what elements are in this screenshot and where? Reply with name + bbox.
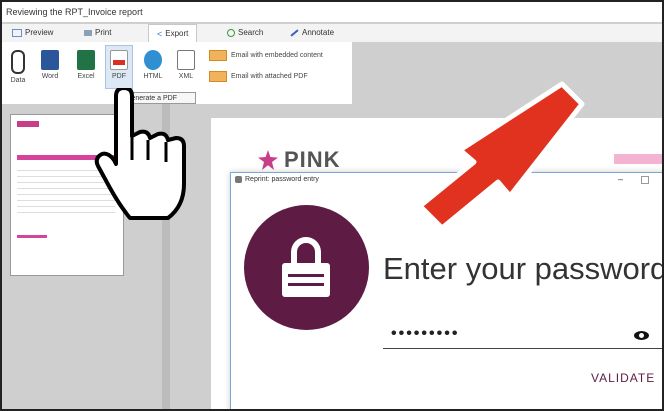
pen-icon — [290, 29, 299, 37]
tab-search[interactable]: Search — [227, 24, 263, 42]
data-export-button[interactable]: Data — [4, 50, 32, 84]
word-icon — [41, 50, 59, 70]
key-icon — [235, 176, 242, 183]
eye-icon[interactable] — [634, 331, 649, 340]
email-attachment-icon — [209, 71, 227, 82]
preview-icon — [12, 29, 22, 37]
print-icon — [84, 30, 92, 36]
app-window: Reviewing the RPT_Invoice report Preview… — [0, 0, 664, 411]
word-export-button[interactable]: Word — [36, 50, 64, 80]
flower-icon — [258, 150, 278, 170]
excel-label: Excel — [77, 73, 95, 80]
pdf-icon — [110, 50, 128, 70]
document-header-bar — [614, 154, 662, 164]
tab-preview-label: Preview — [25, 28, 54, 37]
tab-print-label: Print — [95, 28, 112, 37]
excel-export-button[interactable]: Excel — [72, 50, 100, 80]
tab-export[interactable]: < Export — [148, 24, 198, 43]
password-input[interactable]: ••••••••• — [383, 323, 662, 349]
search-icon — [227, 29, 235, 37]
validate-button[interactable]: VALIDATE — [591, 371, 655, 385]
globe-icon — [144, 50, 162, 70]
html-export-button[interactable]: HTML — [139, 50, 167, 80]
password-heading: Enter your password — [383, 251, 664, 286]
tab-annotate[interactable]: Annotate — [290, 24, 334, 42]
email-attached-button[interactable]: Email with attached PDF — [209, 71, 308, 82]
tab-annotate-label: Annotate — [302, 28, 335, 37]
tab-preview[interactable]: Preview — [12, 24, 53, 42]
password-mask: ••••••••• — [391, 325, 460, 342]
xml-export-button[interactable]: XML — [172, 50, 200, 80]
xml-file-icon — [177, 50, 195, 70]
brand-name: PINK — [284, 147, 341, 172]
lock-badge — [244, 205, 369, 330]
tab-print[interactable]: Print — [84, 24, 111, 42]
export-icon: < — [157, 29, 163, 39]
email-icon — [209, 50, 227, 61]
red-arrow-icon — [417, 81, 585, 231]
email-embedded-label: Email with embedded content — [231, 52, 323, 59]
pdf-label: PDF — [112, 73, 126, 80]
maximize-button[interactable] — [641, 176, 649, 184]
minimize-button[interactable]: – — [618, 174, 623, 184]
thumb-pink-rule — [17, 235, 47, 238]
email-attached-label: Email with attached PDF — [231, 73, 308, 80]
email-embedded-button[interactable]: Email with embedded content — [209, 50, 323, 61]
pointer-hand-icon — [94, 88, 186, 220]
window-title: Reviewing the RPT_Invoice report — [2, 2, 662, 22]
pdf-export-button[interactable]: PDF — [105, 45, 133, 89]
excel-icon — [77, 50, 95, 70]
brand-logo: PINK — [258, 147, 341, 173]
html-label: HTML — [143, 73, 163, 80]
tab-bar: Preview Print < Export Search Annotate — [2, 24, 662, 43]
tab-search-label: Search — [238, 28, 264, 37]
data-label: Data — [10, 77, 26, 84]
thumb-logo — [17, 121, 39, 127]
dialog-title: Reprint: password entry — [245, 176, 319, 183]
word-label: Word — [41, 73, 59, 80]
data-icon — [11, 50, 25, 74]
tab-export-label: Export — [165, 29, 189, 38]
xml-label: XML — [178, 73, 194, 80]
